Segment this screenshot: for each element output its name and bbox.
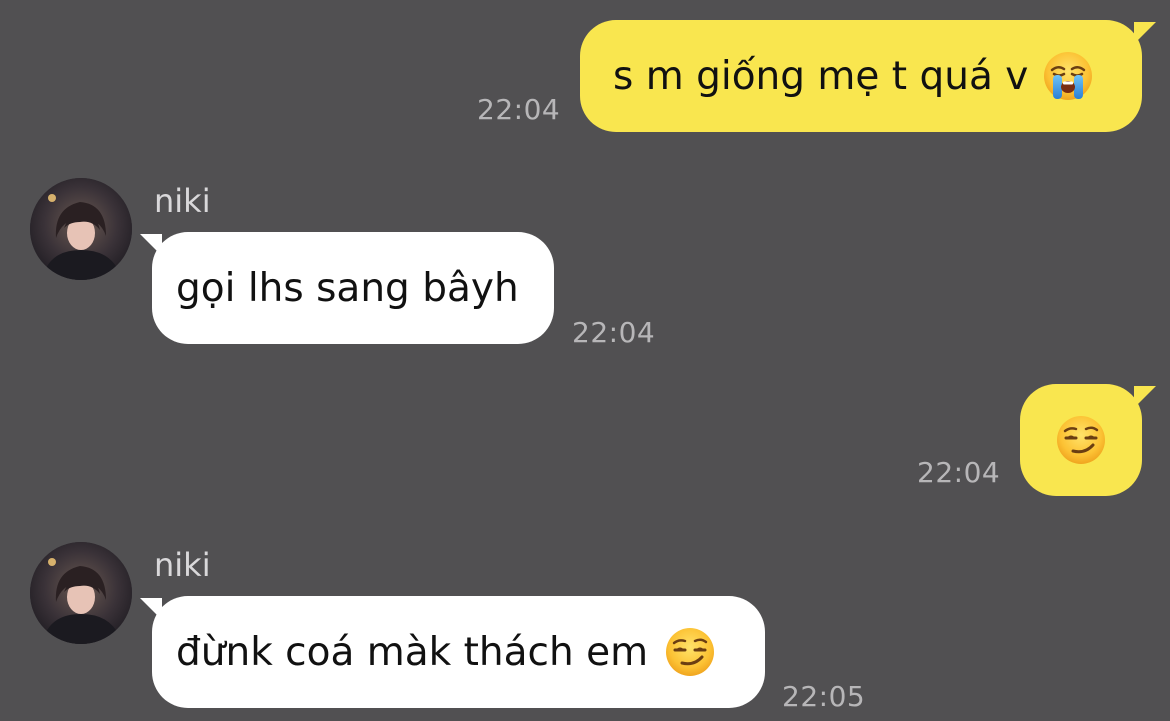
message-timestamp: 22:05 — [782, 680, 866, 713]
message-text: gọi lhs sang bâyh — [176, 265, 519, 311]
message-text: s m giống mẹ t quá v — [613, 53, 1029, 99]
loudly-crying-face-icon — [1044, 52, 1093, 100]
smirking-face-icon — [666, 628, 715, 676]
bubble-tail — [1134, 386, 1156, 408]
message-timestamp: 22:04 — [477, 93, 561, 126]
incoming-message-bubble[interactable]: đừnk coá màk thách em — [140, 596, 765, 708]
message-timestamp: 22:04 — [572, 316, 656, 349]
sender-name: niki — [154, 182, 211, 220]
smirking-face-icon — [1057, 416, 1105, 464]
message-text: đừnk coá màk thách em — [176, 629, 649, 675]
incoming-message-bubble[interactable]: gọi lhs sang bâyh — [140, 232, 554, 344]
outgoing-message-bubble[interactable] — [1020, 384, 1156, 496]
message-timestamp: 22:04 — [917, 456, 1001, 489]
avatar[interactable] — [30, 178, 132, 280]
avatar[interactable] — [30, 542, 132, 644]
chat-view: 22:04 s m giống mẹ t quá v niki gọi lhs … — [0, 0, 1170, 721]
bubble-tail — [1134, 22, 1156, 44]
avatar-image — [30, 178, 132, 280]
bubble-tail — [140, 234, 162, 256]
avatar-image — [30, 542, 132, 644]
outgoing-message-bubble[interactable]: s m giống mẹ t quá v — [580, 20, 1156, 132]
bubble-tail — [140, 598, 162, 620]
sender-name: niki — [154, 546, 211, 584]
